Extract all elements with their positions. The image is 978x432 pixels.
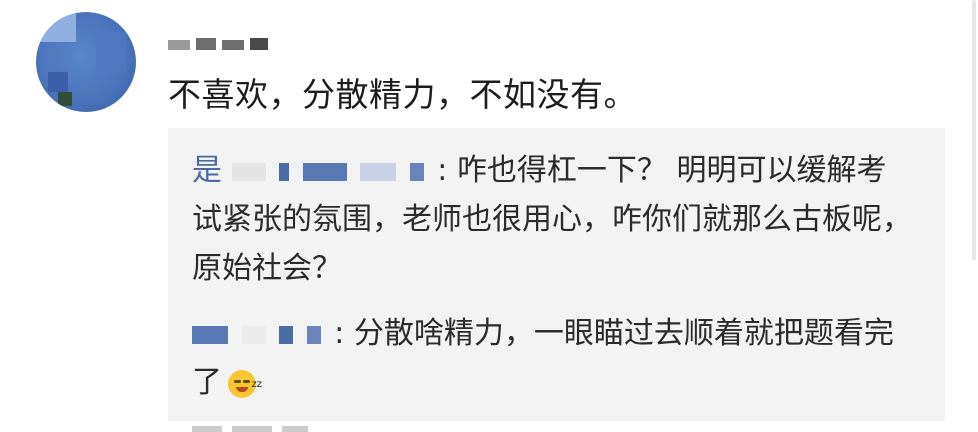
replies-container: 是 : 咋也得杠一下？ 明明可以缓解考试紧张的氛围，老师也很用心，咋你们就那么古… (168, 128, 945, 432)
commenter-username[interactable] (168, 28, 268, 50)
reply-separator: : (334, 316, 345, 351)
truncated-next-reply (192, 413, 392, 432)
scrollbar[interactable] (972, 0, 976, 260)
reply-item: : 分散啥精力，一眼瞄过去顺着就把题看完了 zz (192, 309, 912, 407)
reply-item: 是 : 咋也得杠一下？ 明明可以缓解考试紧张的氛围，老师也很用心，咋你们就那么古… (192, 146, 912, 293)
reply-author[interactable] (192, 316, 334, 351)
commenter-avatar[interactable] (36, 12, 136, 112)
reply-author[interactable]: 是 (192, 153, 437, 188)
reply-separator: : (437, 153, 448, 188)
sleepy-grin-emoji-icon: zz (228, 369, 262, 398)
comment-text: 不喜欢，分散精力，不如没有。 (168, 75, 637, 114)
